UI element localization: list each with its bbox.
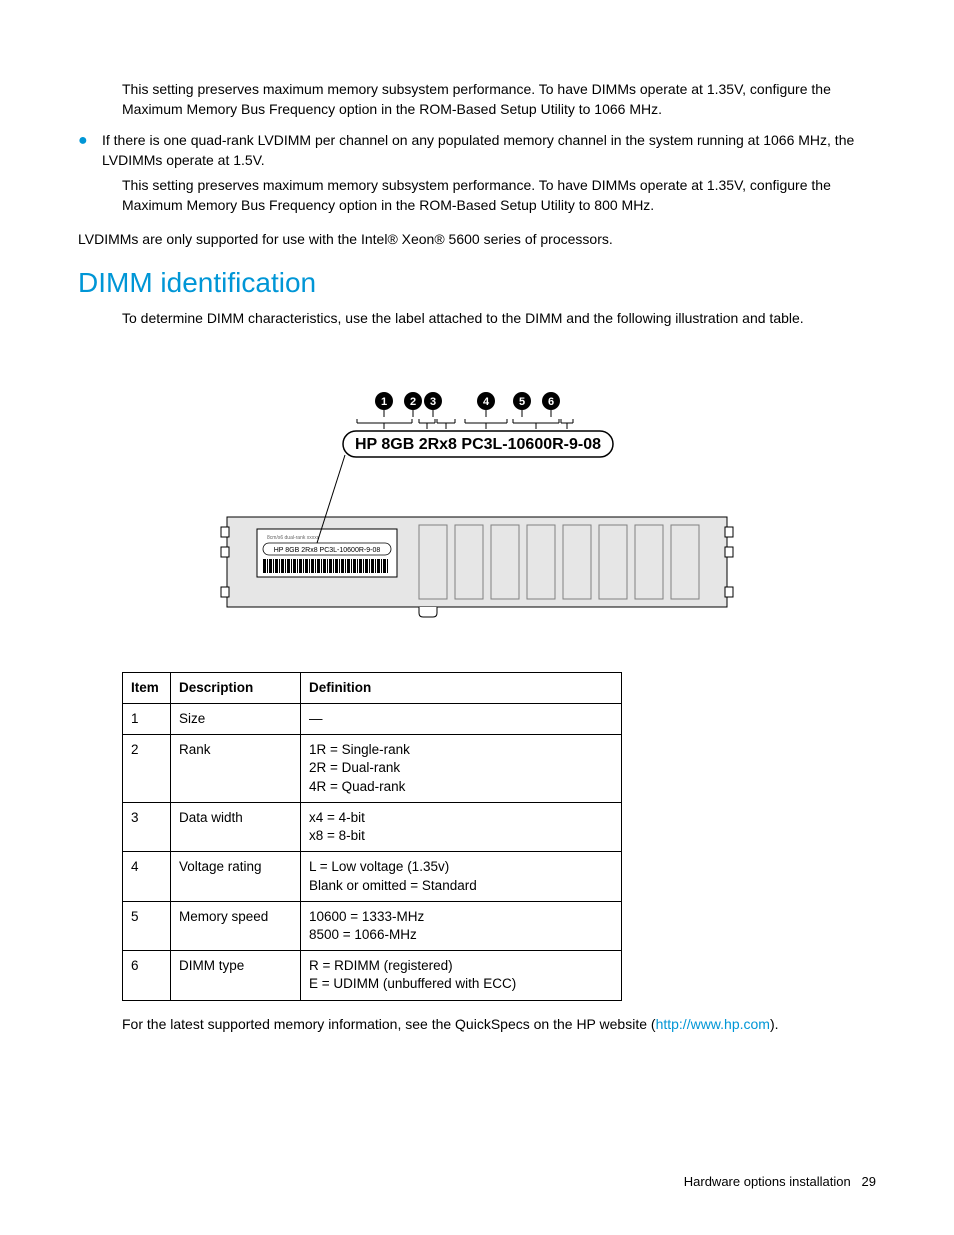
footer-section: Hardware options installation (684, 1174, 851, 1189)
callout-number-5: 5 (519, 396, 525, 408)
cell-definition: x4 = 4-bitx8 = 8-bit (301, 802, 622, 851)
cell-description: Memory speed (171, 901, 301, 950)
footer-page-number: 29 (862, 1174, 876, 1189)
cell-item: 4 (123, 852, 171, 901)
dimm-sticker-label: HP 8GB 2Rx8 PC3L-10600R-9-08 (274, 547, 381, 554)
cell-description: DIMM type (171, 951, 301, 1000)
callout-number-3: 3 (430, 396, 436, 408)
cell-description: Data width (171, 802, 301, 851)
page-footer: Hardware options installation 29 (684, 1174, 876, 1189)
callout-number-6: 6 (548, 396, 554, 408)
table-row: 5Memory speed10600 = 1333-MHz8500 = 1066… (123, 901, 622, 950)
cell-item: 2 (123, 735, 171, 803)
table-row: 4Voltage ratingL = Low voltage (1.35v)Bl… (123, 852, 622, 901)
cell-item: 5 (123, 901, 171, 950)
paragraph-lvdimm-support: LVDIMMs are only supported for use with … (78, 230, 876, 250)
cell-item: 3 (123, 802, 171, 851)
cell-definition: 1R = Single-rank2R = Dual-rank4R = Quad-… (301, 735, 622, 803)
dimm-label-text: HP 8GB 2Rx8 PC3L-10600R-9-08 (355, 436, 601, 453)
table-row: 6DIMM typeR = RDIMM (registered)E = UDIM… (123, 951, 622, 1000)
bullet-icon: ● (78, 132, 88, 170)
closing-post: ). (770, 1016, 779, 1032)
callout-number-2: 2 (410, 396, 416, 408)
bullet-item-quad-rank: ● If there is one quad-rank LVDIMM per c… (78, 131, 876, 170)
th-description: Description (171, 672, 301, 703)
cell-definition: — (301, 703, 622, 734)
svg-text:8cm/s6 dual-rank xxxxx: 8cm/s6 dual-rank xxxxx (267, 535, 320, 541)
table-row: 1Size— (123, 703, 622, 734)
cell-item: 1 (123, 703, 171, 734)
cell-description: Size (171, 703, 301, 734)
hp-website-link[interactable]: http://www.hp.com (656, 1016, 770, 1032)
callout-number-4: 4 (483, 396, 490, 408)
th-definition: Definition (301, 672, 622, 703)
th-item: Item (123, 672, 171, 703)
paragraph-intro: To determine DIMM characteristics, use t… (122, 309, 876, 329)
heading-dimm-identification: DIMM identification (78, 267, 876, 299)
callout-number-1: 1 (381, 396, 387, 408)
bullet-text: If there is one quad-rank LVDIMM per cha… (102, 131, 876, 170)
dimm-table: Item Description Definition 1Size—2Rank1… (122, 672, 622, 1001)
dimm-diagram: HP 8GB 2Rx8 PC3L-10600R-9-08 8cm/s6 dual… (78, 369, 876, 632)
cell-definition: R = RDIMM (registered)E = UDIMM (unbuffe… (301, 951, 622, 1000)
cell-description: Rank (171, 735, 301, 803)
cell-description: Voltage rating (171, 852, 301, 901)
cell-definition: L = Low voltage (1.35v)Blank or omitted … (301, 852, 622, 901)
closing-pre: For the latest supported memory informat… (122, 1016, 656, 1032)
cell-item: 6 (123, 951, 171, 1000)
paragraph-preserve-800: This setting preserves maximum memory su… (122, 176, 876, 215)
table-row: 2Rank1R = Single-rank2R = Dual-rank4R = … (123, 735, 622, 803)
cell-definition: 10600 = 1333-MHz8500 = 1066-MHz (301, 901, 622, 950)
paragraph-closing: For the latest supported memory informat… (122, 1015, 876, 1035)
table-row: 3Data widthx4 = 4-bitx8 = 8-bit (123, 802, 622, 851)
paragraph-preserve-1066: This setting preserves maximum memory su… (122, 80, 876, 119)
